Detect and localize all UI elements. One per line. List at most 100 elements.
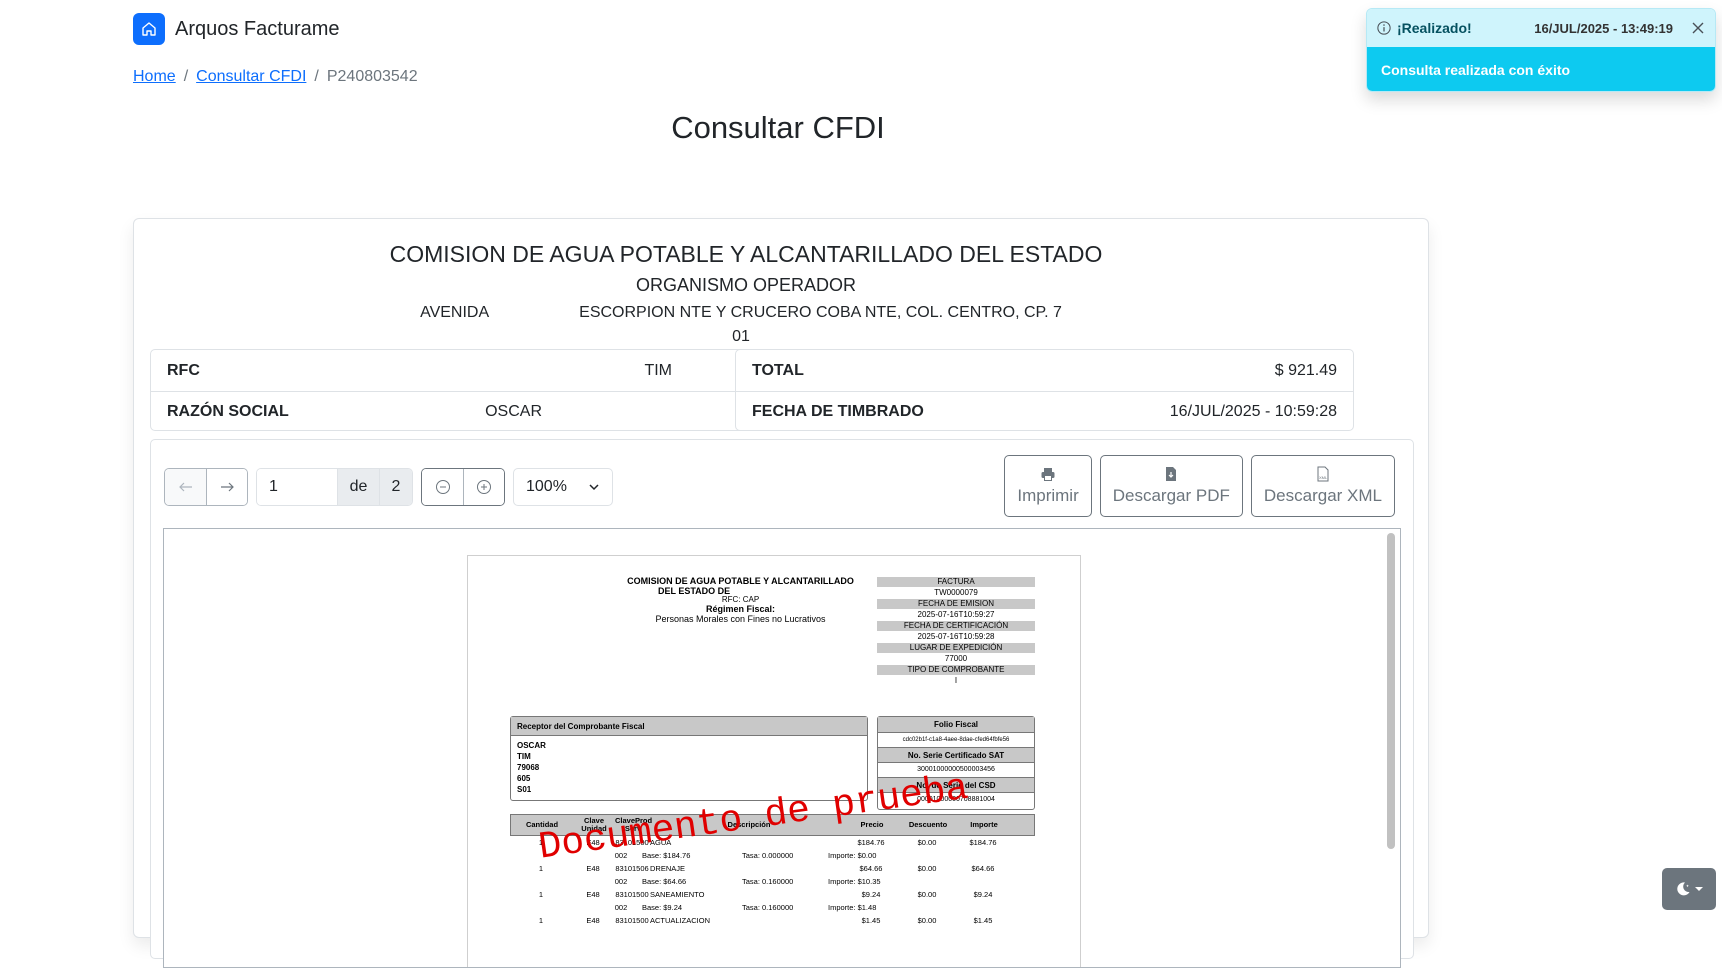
issuer-address: AVENIDA ESCORPION NTE Y CRUCERO COBA NTE… <box>54 304 1428 322</box>
pdf-serie-csd-value: 00001000000708881004 <box>917 796 995 803</box>
pdf-item-tax-cell: Tasa: 0.160000 <box>742 903 794 912</box>
issuer-zip: 01 <box>732 328 750 345</box>
total-value: $ 921.49 <box>1274 361 1337 379</box>
pdf-item-tax-cell: Importe: $1.48 <box>828 903 877 912</box>
pdf-receptor-line: OSCAR <box>517 741 546 750</box>
zoom-in-icon <box>477 480 491 494</box>
pdf-receptor-line: 605 <box>517 774 531 783</box>
pdf-items-header: Cantidad Clave Unidad ClaveProd Serv Descri… <box>510 814 1035 836</box>
receptor-info: RFC TIM RAZÓN SOCIAL OSCAR <box>150 349 769 431</box>
arrow-right-icon <box>221 482 234 492</box>
pdf-item-cell: AGUA <box>650 838 672 847</box>
pdf-fact-label: FECHA DE EMISION <box>877 599 1035 609</box>
issuer-name: COMISION DE AGUA POTABLE Y ALCANTARILLAD… <box>389 241 1103 267</box>
pdf-items-header-cell: Descuento <box>908 820 948 829</box>
pdf-item-cell: $0.00 <box>917 916 937 925</box>
pdf-item-tax-row: 002 Base: $184.76 Tasa: 0.000000 Importe: $… <box>510 849 1035 862</box>
brand[interactable]: Arquos Facturame <box>133 13 340 45</box>
breadcrumb-current: P240803542 <box>326 68 418 85</box>
pdf-item-tax-cell: Importe: $10.35 <box>828 877 881 886</box>
toast-header: ¡Realizado! 16/JUL/2025 - 13:49:19 <box>1367 9 1715 47</box>
zoom-out-button[interactable] <box>422 469 463 505</box>
pdf-item-cell: DRENAJE <box>650 864 686 873</box>
pdf-regimen-label: Régimen Fiscal: <box>705 604 776 614</box>
issuer-org: ORGANISMO OPERADOR <box>635 275 857 295</box>
pdf-item-tax-cell: Base: $64.66 <box>642 877 687 886</box>
pdf-items-body: 1 E48 83101500 AGUA $184.76 $0.00 $184.76 002 Ba… <box>510 836 1035 927</box>
pdf-item-cell: $0.00 <box>917 890 937 899</box>
pdf-item-tax-cell: 002 <box>614 877 628 886</box>
breadcrumb-consult-link[interactable]: Consultar CFDI <box>196 68 306 86</box>
toast-time: 16/JUL/2025 - 13:49:19 <box>1534 20 1673 36</box>
pdf-folio-box: Folio Fiscal cdc02b1f-c1a8-4aee-8dae-cfe… <box>877 716 1035 810</box>
cfdi-card: COMISION DE AGUA POTABLE Y ALCANTARILLAD… <box>133 218 1429 968</box>
pdf-fact-label: TIPO DE COMPROBANTE <box>877 665 1035 675</box>
rfc-row: RFC TIM <box>151 350 768 391</box>
zoom-in-button[interactable] <box>463 469 504 505</box>
page-number-input[interactable] <box>257 469 337 505</box>
fecha-label: FECHA DE TIMBRADO <box>752 403 924 420</box>
download-pdf-button[interactable]: Descargar PDF <box>1099 455 1243 517</box>
pdf-item-cell: $9.24 <box>973 890 993 899</box>
print-button[interactable]: Imprimir <box>1004 455 1092 517</box>
print-label: Imprimir <box>1017 486 1079 505</box>
pdf-item-tax-cell: 002 <box>614 851 628 860</box>
pdf-item-cell: 1 <box>538 890 544 899</box>
pdf-issuer-rfc: RFC: CAP <box>721 595 760 604</box>
pdf-item-cell: 1 <box>538 916 544 925</box>
toast-message: Consulta realizada con éxito <box>1367 47 1715 91</box>
pdf-item-tax-cell: 002 <box>614 903 628 912</box>
pdf-item-tax-row: 002 Base: $64.66 Tasa: 0.160000 Importe: $1… <box>510 875 1035 888</box>
zoom-select[interactable]: 100% <box>513 468 613 506</box>
pdf-items-header-cell: Clave Unidad <box>581 816 607 833</box>
viewer-toolbar: de 2 100% <box>164 468 613 506</box>
pdf-fact-value: 2025-07-16T10:59:27 <box>917 610 995 619</box>
page-total: 2 <box>379 469 412 505</box>
invoice-info: TOTAL $ 921.49 FECHA DE TIMBRADO 16/JUL/… <box>735 349 1354 431</box>
rfc-value: TIM <box>644 361 672 379</box>
zoom-group <box>421 468 505 506</box>
zoom-value: 100% <box>526 478 567 495</box>
pdf-item-cell: $0.00 <box>917 838 937 847</box>
pdf-item-tax-cell: Importe: $0.00 <box>828 851 877 860</box>
next-page-button[interactable] <box>206 469 247 505</box>
pdf-folio-title: Folio Fiscal <box>878 717 1034 733</box>
breadcrumb-separator: / <box>183 68 189 85</box>
breadcrumb-separator: / <box>314 68 319 85</box>
fecha-value: 16/JUL/2025 - 10:59:28 <box>1169 403 1337 420</box>
pdf-viewer: de 2 100% Imprimir <box>150 439 1414 968</box>
issuer-address-b: ESCORPION NTE Y CRUCERO COBA NTE, COL. C… <box>579 304 1062 321</box>
pdf-serie-csd-title: No. de Serie del CSD <box>878 777 1034 793</box>
download-xml-button[interactable]: XML Descargar XML <box>1250 455 1395 517</box>
pdf-item-row: 1 E48 83101500 AGUA $184.76 $0.00 $184.76 <box>510 836 1035 849</box>
pdf-items-header-cell: Precio <box>860 820 884 829</box>
pdf-item-cell: 83101506 <box>615 864 649 873</box>
close-icon[interactable] <box>1691 21 1705 35</box>
pdf-issuer: COMISION DE AGUA POTABLE Y ALCANTARILLAD… <box>618 576 863 624</box>
scrollbar-thumb[interactable] <box>1387 533 1395 849</box>
fecha-row: FECHA DE TIMBRADO 16/JUL/2025 - 10:59:28 <box>736 391 1353 432</box>
rfc-label: RFC <box>167 361 200 379</box>
pdf-item-cell: SANEAMIENTO <box>650 890 705 899</box>
total-label: TOTAL <box>752 361 804 379</box>
zoom-out-icon <box>435 480 450 494</box>
pdf-item-cell: E48 <box>586 838 600 847</box>
pdf-item-cell: $184.76 <box>857 838 885 847</box>
pdf-item-cell: $184.76 <box>969 838 997 847</box>
pdf-items-table: Cantidad Clave Unidad ClaveProd Serv Descri… <box>510 814 1035 927</box>
download-xml-label: Descargar XML <box>1263 486 1382 505</box>
prev-page-button[interactable] <box>165 469 206 505</box>
info-icon <box>1377 21 1391 35</box>
pdf-item-tax-row: 002 Base: $9.24 Tasa: 0.160000 Importe: $1.… <box>510 901 1035 914</box>
pdf-fact-value: I <box>954 676 958 685</box>
pdf-frame[interactable]: COMISION DE AGUA POTABLE Y ALCANTARILLAD… <box>163 528 1401 968</box>
breadcrumb-home-link[interactable]: Home <box>133 68 176 86</box>
pdf-item-tax-cell: Base: $9.24 <box>642 903 683 912</box>
pdf-item-cell: 83101500 <box>615 890 649 899</box>
svg-text:XML: XML <box>1319 475 1328 480</box>
theme-toggle-button[interactable] <box>1662 868 1716 910</box>
pdf-item-cell: ACTUALIZACION <box>650 916 711 925</box>
breadcrumb: Home / Consultar CFDI / P240803542 <box>133 68 418 86</box>
pdf-facts: FACTURA TW0000079 FECHA DE EMISION 2025-07-… <box>877 577 1035 687</box>
pdf-item-row: 1 E48 83101506 DRENAJE $64.66 $0.00 $64.66 <box>510 862 1035 875</box>
